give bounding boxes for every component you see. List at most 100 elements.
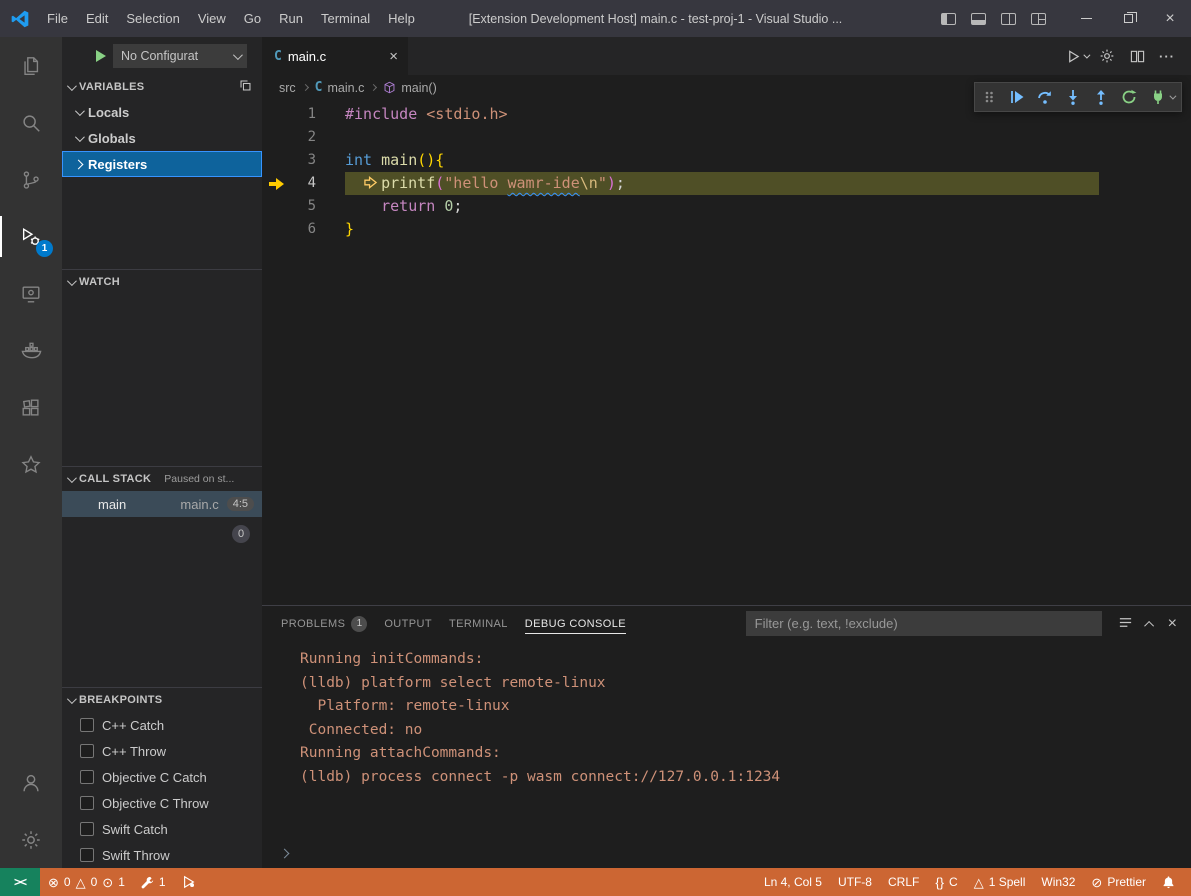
notifications-button[interactable] (1154, 868, 1183, 896)
breakpoint-item[interactable]: Objective C Catch (62, 764, 262, 790)
variables-item-locals[interactable]: Locals (62, 99, 262, 125)
breakpoint-checkbox[interactable] (80, 744, 94, 758)
code-editor[interactable]: 1#include <stdio.h>23int main(){4 printf… (262, 100, 1191, 605)
breakpoints-rows: C++ CatchC++ ThrowObjective C CatchObjec… (62, 712, 262, 868)
panel-tab-terminal[interactable]: TERMINAL (449, 606, 508, 641)
formatter-status[interactable]: ⊘ Prettier (1083, 868, 1154, 896)
sidebar-item-explorer[interactable] (0, 37, 62, 94)
menu-selection[interactable]: Selection (117, 0, 188, 37)
variables-item-registers[interactable]: Registers (62, 151, 262, 177)
code-line[interactable]: 2 (262, 126, 1191, 149)
variables-header[interactable]: VARIABLES (62, 75, 262, 99)
breadcrumb-file[interactable]: C main.c (315, 80, 365, 95)
run-or-debug-button[interactable] (1063, 42, 1091, 70)
collapse-all-icon[interactable] (239, 79, 252, 95)
sidebar-item-search[interactable] (0, 94, 62, 151)
breakpoint-item[interactable]: C++ Catch (62, 712, 262, 738)
stack-frame-row[interactable]: main main.c 4:5 (62, 491, 262, 517)
console-options-button[interactable] (1118, 615, 1133, 633)
language-mode-status[interactable]: {} C (927, 868, 965, 896)
platform-status[interactable]: Win32 (1033, 868, 1083, 896)
breakpoint-item[interactable]: Swift Catch (62, 816, 262, 842)
breakpoint-item[interactable]: Objective C Throw (62, 790, 262, 816)
split-editor-button[interactable] (1123, 42, 1151, 70)
minimize-button[interactable] (1065, 0, 1107, 37)
cursor-position-status[interactable]: Ln 4, Col 5 (756, 868, 830, 896)
code-line[interactable]: 3int main(){ (262, 149, 1191, 172)
eol-status[interactable]: CRLF (880, 868, 927, 896)
breakpoints-header[interactable]: BREAKPOINTS (62, 688, 262, 712)
breakpoint-checkbox[interactable] (80, 718, 94, 732)
more-actions-button[interactable]: ··· (1153, 42, 1181, 70)
editor-settings-button[interactable] (1093, 42, 1121, 70)
step-over-button[interactable] (1031, 83, 1059, 111)
sidebar-item-docker[interactable] (0, 322, 62, 379)
code-line[interactable]: 6} (262, 218, 1191, 241)
encoding-status[interactable]: UTF-8 (830, 868, 880, 896)
sidebar-item-run-and-debug[interactable]: 1 (0, 208, 62, 265)
breakpoint-checkbox[interactable] (80, 822, 94, 836)
console-filter-input[interactable] (746, 611, 1102, 636)
tab-bar: C main.c × ··· (262, 37, 1191, 75)
sidebar-item-extensions[interactable] (0, 379, 62, 436)
disconnect-button[interactable] (1143, 83, 1181, 111)
problems-status[interactable]: ⊗0 △0 ⊙1 (40, 868, 133, 896)
start-debug-icon[interactable] (96, 50, 106, 62)
call-stack-header[interactable]: CALL STACK Paused on st... (62, 467, 262, 491)
breadcrumb-src[interactable]: src (279, 81, 296, 95)
breadcrumb-symbol[interactable]: main() (383, 81, 436, 95)
panel-header: PROBLEMS1 OUTPUT TERMINAL DEBUG CONSOLE × (262, 606, 1191, 641)
settings-button[interactable] (0, 811, 62, 868)
close-panel-button[interactable]: × (1168, 616, 1177, 632)
watch-header[interactable]: WATCH (62, 270, 262, 294)
maximize-panel-button[interactable] (1147, 616, 1154, 631)
sidebar-item-source-control[interactable] (0, 151, 62, 208)
breakpoint-item[interactable]: C++ Throw (62, 738, 262, 764)
debug-marker-icon (363, 173, 381, 196)
remote-explorer-icon (20, 283, 42, 305)
maximize-button[interactable] (1107, 0, 1149, 37)
menu-edit[interactable]: Edit (77, 0, 117, 37)
breakpoint-checkbox[interactable] (80, 770, 94, 784)
menu-terminal[interactable]: Terminal (312, 0, 379, 37)
spell-checker-status[interactable]: △ 1 Spell (966, 868, 1034, 896)
toolbar-drag-grip[interactable] (975, 83, 1003, 111)
toggle-panel-button[interactable] (963, 0, 993, 37)
toggle-secondary-sidebar-button[interactable] (993, 0, 1023, 37)
close-button[interactable]: × (1149, 0, 1191, 37)
sidebar-item-remote-explorer[interactable] (0, 265, 62, 322)
status-bar: >< ⊗0 △0 ⊙1 1 Ln 4, Col 5 UTF-8 CRLF {} … (0, 868, 1191, 896)
variables-section: VARIABLES LocalsGlobalsRegisters (62, 75, 262, 177)
breakpoint-checkbox[interactable] (80, 848, 94, 862)
step-into-button[interactable] (1059, 83, 1087, 111)
console-input-chevron[interactable] (281, 845, 288, 860)
toggle-sidebar-button[interactable] (933, 0, 963, 37)
panel-tab-output[interactable]: OUTPUT (384, 606, 432, 641)
account-button[interactable] (0, 754, 62, 811)
menu-help[interactable]: Help (379, 0, 424, 37)
debug-config-dropdown[interactable]: No Configurat (113, 44, 247, 68)
menu-go[interactable]: Go (235, 0, 270, 37)
panel-tab-debug-console[interactable]: DEBUG CONSOLE (525, 606, 626, 641)
breakpoint-item[interactable]: Swift Throw (62, 842, 262, 868)
tab-close-icon[interactable]: × (389, 49, 398, 64)
menu-file[interactable]: File (38, 0, 77, 37)
code-line[interactable]: 4 printf("hello wamr-ide\n"); (262, 172, 1191, 195)
panel-tab-problems[interactable]: PROBLEMS1 (281, 606, 367, 641)
debug-console-output[interactable]: Running initCommands:(lldb) platform sel… (262, 641, 1191, 868)
remote-indicator[interactable]: >< (0, 868, 40, 896)
debug-status[interactable] (174, 868, 204, 896)
sidebar-item-favorites[interactable] (0, 436, 62, 493)
continue-button[interactable] (1003, 83, 1031, 111)
breakpoint-checkbox[interactable] (80, 796, 94, 810)
customize-layout-button[interactable] (1023, 0, 1053, 37)
tab-main-c[interactable]: C main.c × (262, 37, 408, 75)
menu-view[interactable]: View (189, 0, 235, 37)
step-out-button[interactable] (1087, 83, 1115, 111)
menu-run[interactable]: Run (270, 0, 312, 37)
restart-button[interactable] (1115, 83, 1143, 111)
editor-actions: ··· (1063, 37, 1191, 75)
toolchain-status[interactable]: 1 (133, 868, 174, 896)
variables-item-globals[interactable]: Globals (62, 125, 262, 151)
code-line[interactable]: 5 return 0; (262, 195, 1191, 218)
